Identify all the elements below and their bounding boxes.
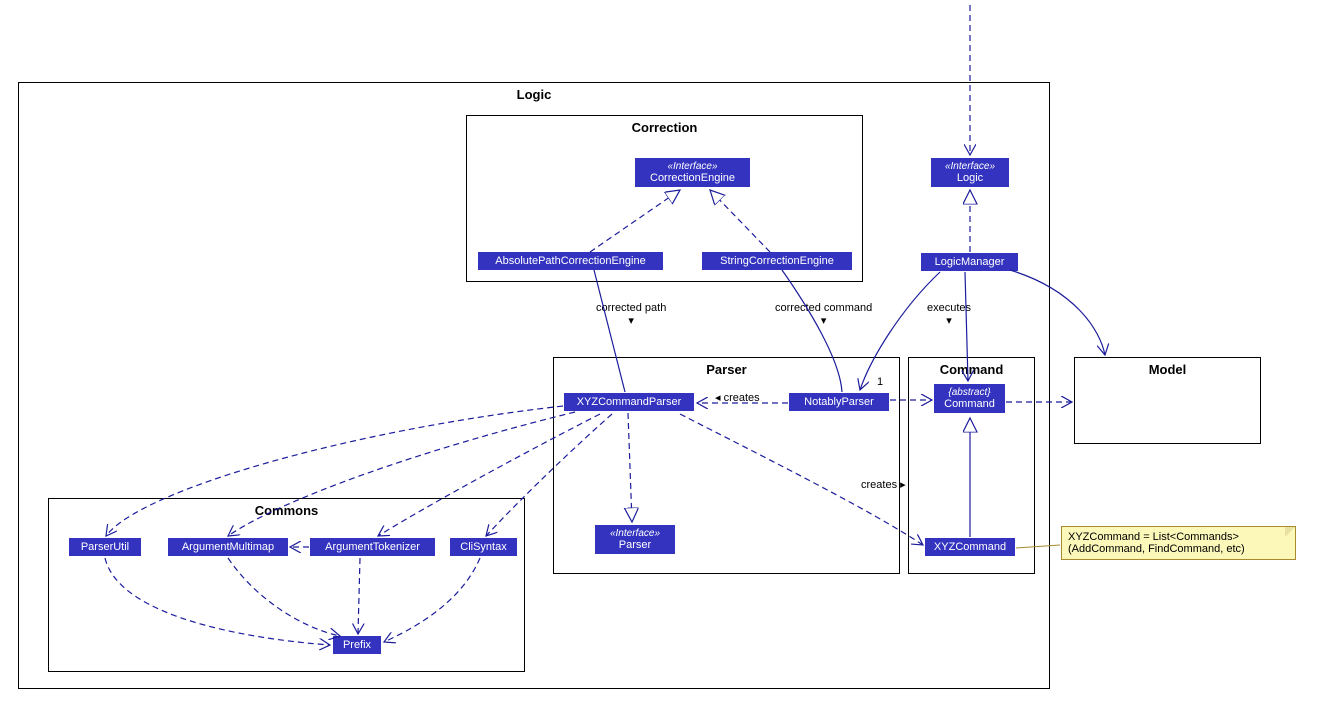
package-label-correction: Correction [632,120,698,135]
name-abs-path-correction: AbsolutePathCorrectionEngine [484,255,657,267]
note-xyz-command: XYZCommand = List<Commands> (AddCommand,… [1061,526,1296,560]
name-xyz-command-parser: XYZCommandParser [570,396,688,408]
name-logic-interface: Logic [937,172,1003,184]
package-label-logic: Logic [517,87,552,102]
label-multiplicity-one: 1 [877,376,883,388]
name-prefix: Prefix [339,639,375,651]
note-line1: XYZCommand = List<Commands> [1068,531,1239,543]
name-parser-util: ParserUtil [75,541,135,553]
name-parser-iface: Parser [601,539,669,551]
label-creates: ◂ creates [715,391,760,404]
label-creates2: creates ▸ [861,478,906,491]
node-arg-multimap: ArgumentMultimap [168,538,288,556]
node-cli-syntax: CliSyntax [450,538,517,556]
node-prefix: Prefix [333,636,381,654]
node-str-correction: StringCorrectionEngine [702,252,852,270]
package-label-model: Model [1149,362,1187,377]
name-correction-engine: CorrectionEngine [641,172,744,184]
node-logic-manager: LogicManager [921,253,1018,271]
name-str-correction: StringCorrectionEngine [708,255,846,267]
name-arg-multimap: ArgumentMultimap [174,541,282,553]
node-abstract-command: {abstract} Command [934,384,1005,413]
note-line2: (AddCommand, FindCommand, etc) [1068,543,1245,555]
label-corrected-cmd: corrected command▾ [775,302,872,327]
name-abstract-command: Command [940,398,999,410]
node-parser-interface: «Interface» Parser [595,525,675,554]
label-corrected-path: corrected path▾ [596,302,666,327]
stereo-parser-iface: «Interface» [601,528,669,539]
node-logic-interface: «Interface» Logic [931,158,1009,187]
node-xyz-command-parser: XYZCommandParser [564,393,694,411]
name-notably-parser: NotablyParser [795,396,883,408]
node-arg-tokenizer: ArgumentTokenizer [310,538,435,556]
node-correction-engine: «Interface» CorrectionEngine [635,158,750,187]
name-arg-tokenizer: ArgumentTokenizer [316,541,429,553]
name-logic-manager: LogicManager [927,256,1012,268]
label-executes: executes▾ [927,302,971,327]
node-xyz-command: XYZCommand [925,538,1015,556]
package-label-command: Command [940,362,1004,377]
node-notably-parser: NotablyParser [789,393,889,411]
name-xyz-command: XYZCommand [931,541,1009,553]
name-cli-syntax: CliSyntax [456,541,511,553]
package-model: Model [1074,357,1261,444]
stereo-abstract: {abstract} [940,387,999,398]
package-label-commons: Commons [255,503,319,518]
node-abs-path-correction: AbsolutePathCorrectionEngine [478,252,663,270]
package-label-parser: Parser [706,362,746,377]
package-commons: Commons [48,498,525,672]
stereo-interface: «Interface» [641,161,744,172]
node-parser-util: ParserUtil [69,538,141,556]
stereo-interface-logic: «Interface» [937,161,1003,172]
